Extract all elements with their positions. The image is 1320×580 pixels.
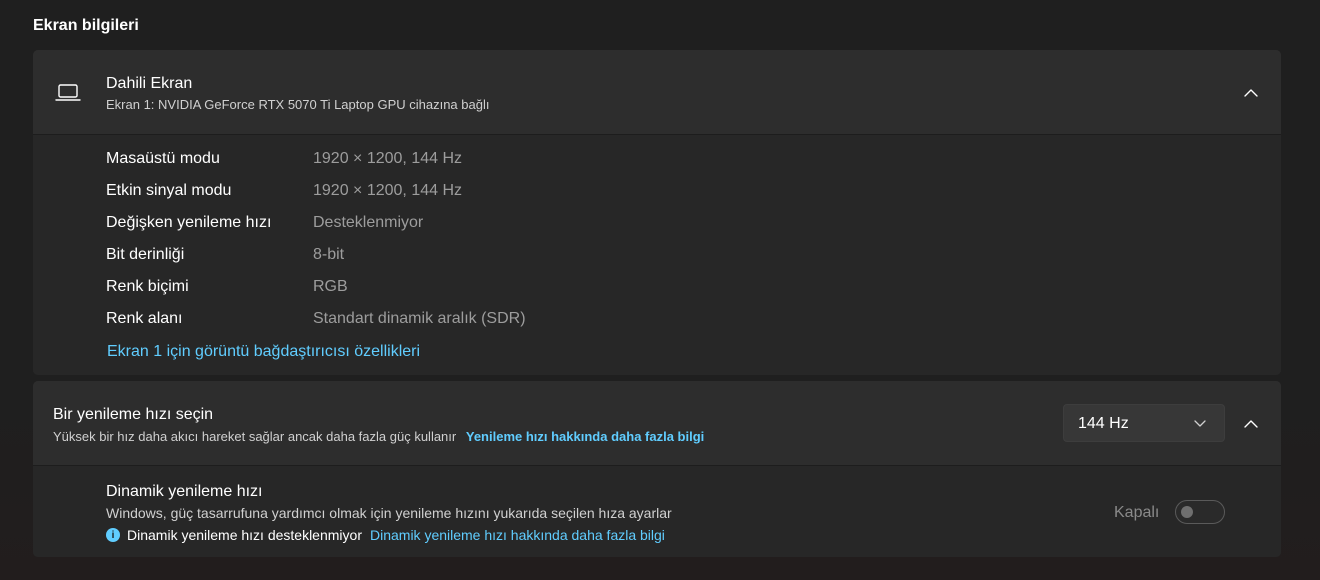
dynamic-refresh-note: i Dinamik yenileme hızı desteklenmiyor D… — [106, 527, 665, 543]
adapter-properties-link[interactable]: Ekran 1 için görüntü bağdaştırıcısı özel… — [107, 343, 420, 361]
info-label: Renk alanı — [106, 310, 183, 327]
refresh-rate-dropdown[interactable]: 144 Hz — [1063, 404, 1225, 442]
dynamic-refresh-title: Dinamik yenileme hızı — [106, 483, 263, 500]
section-title: Ekran bilgileri — [33, 17, 139, 34]
refresh-rate-description: Yüksek bir hız daha akıcı hareket sağlar… — [53, 429, 457, 444]
info-value: 8-bit — [313, 246, 345, 263]
collapse-refresh-rate-button[interactable] — [1239, 411, 1263, 435]
refresh-rate-selected-value: 144 Hz — [1078, 415, 1129, 432]
info-value: Standart dinamik aralık (SDR) — [313, 310, 526, 327]
laptop-icon — [55, 84, 81, 101]
toggle-knob — [1181, 506, 1193, 518]
info-icon: i — [106, 528, 120, 542]
refresh-rate-learn-more-link[interactable]: Yenileme hızı hakkında daha fazla bilgi — [466, 429, 704, 444]
info-value: 1920 × 1200, 144 Hz — [313, 182, 463, 199]
refresh-rate-title: Bir yenileme hızı seçin — [53, 406, 214, 423]
dynamic-refresh-toggle[interactable] — [1175, 500, 1225, 524]
dynamic-refresh-note-text: Dinamik yenileme hızı desteklenmiyor — [127, 527, 362, 543]
refresh-rate-card: Bir yenileme hızı seçin Yüksek bir hız d… — [33, 381, 1281, 557]
refresh-rate-subtitle: Yüksek bir hız daha akıcı hareket sağlar… — [53, 429, 704, 444]
dynamic-refresh-description: Windows, güç tasarrufuna yardımcı olmak … — [106, 505, 672, 521]
display-card-header[interactable]: Dahili Ekran Ekran 1: NVIDIA GeForce RTX… — [33, 50, 1281, 135]
info-label: Değişken yenileme hızı — [106, 214, 272, 231]
display-info-card: Dahili Ekran Ekran 1: NVIDIA GeForce RTX… — [33, 50, 1281, 375]
info-value: RGB — [313, 278, 348, 295]
display-settings-page: Ekran bilgileri Dahili Ekran Ekran 1: NV… — [0, 0, 1320, 580]
collapse-display-button[interactable] — [1239, 80, 1263, 104]
dynamic-refresh-learn-more-link[interactable]: Dinamik yenileme hızı hakkında daha fazl… — [370, 527, 665, 543]
chevron-up-icon — [1244, 419, 1258, 428]
chevron-up-icon — [1244, 88, 1258, 97]
info-value: 1920 × 1200, 144 Hz — [313, 150, 463, 167]
dynamic-refresh-toggle-label: Kapalı — [1114, 504, 1160, 521]
display-title: Dahili Ekran — [106, 75, 193, 92]
info-label: Masaüstü modu — [106, 150, 220, 167]
dynamic-refresh-body: Dinamik yenileme hızı Windows, güç tasar… — [33, 466, 1281, 557]
info-value: Desteklenmiyor — [313, 214, 424, 231]
info-label: Etkin sinyal modu — [106, 182, 232, 199]
display-subtitle: Ekran 1: NVIDIA GeForce RTX 5070 Ti Lapt… — [106, 97, 490, 112]
info-label: Renk biçimi — [106, 278, 189, 295]
info-label: Bit derinliği — [106, 246, 185, 263]
display-info-body: Masaüstü modu 1920 × 1200, 144 Hz Etkin … — [33, 135, 1281, 375]
refresh-rate-header[interactable]: Bir yenileme hızı seçin Yüksek bir hız d… — [33, 381, 1281, 466]
chevron-down-icon — [1194, 420, 1206, 427]
